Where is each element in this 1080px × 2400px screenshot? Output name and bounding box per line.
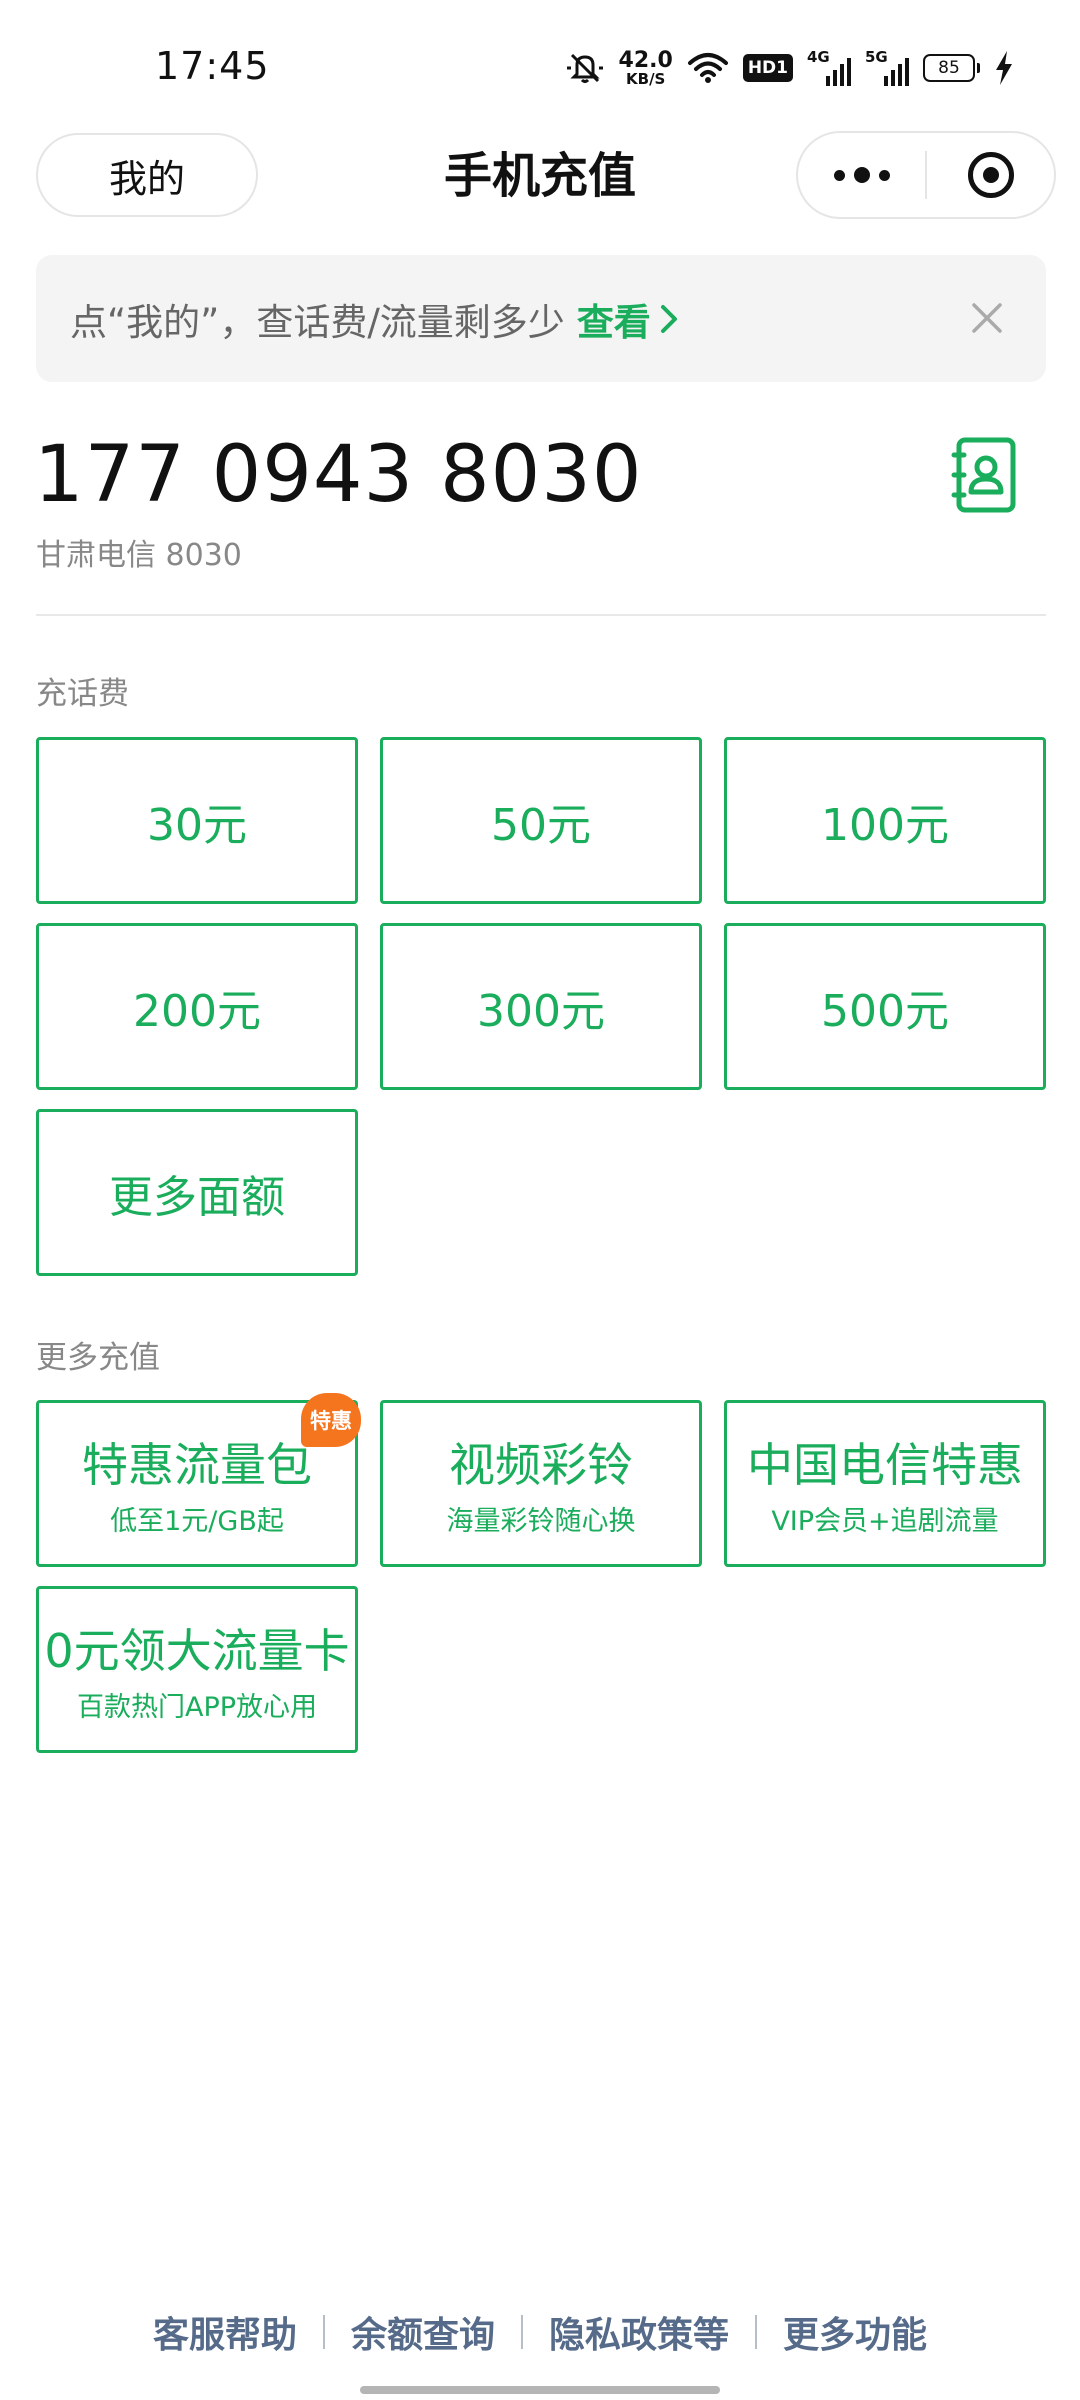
more-amounts-button[interactable]: 更多面额 xyxy=(36,1109,358,1276)
speed-unit: KB/S xyxy=(626,69,666,88)
divider xyxy=(36,614,1046,616)
more-menu-button[interactable] xyxy=(798,133,925,217)
recharge-option-30[interactable]: 30元 xyxy=(36,737,358,904)
footer-link-privacy[interactable]: 隐私政策等 xyxy=(523,2306,755,2358)
status-bar: 17:45 42.0 KB/S HD1 4G 5G 85 xyxy=(0,0,1080,130)
more-item-subtitle: 低至1元/GB起 xyxy=(110,1506,284,1537)
recharge-option-500[interactable]: 500元 xyxy=(724,923,1046,1090)
notice-view-link[interactable]: 查看 xyxy=(577,292,681,346)
recharge-option-label: 100元 xyxy=(821,799,949,851)
promo-badge: 特惠 xyxy=(301,1393,361,1447)
wifi-icon xyxy=(687,51,729,85)
more-item-subtitle: 海量彩铃随心换 xyxy=(446,1506,636,1537)
more-item-telecom-offer[interactable]: 中国电信特惠 VIP会员+追剧流量 xyxy=(724,1400,1046,1567)
charging-icon xyxy=(994,50,1014,86)
more-amounts-label: 更多面额 xyxy=(109,1171,285,1223)
recharge-option-label: 500元 xyxy=(821,985,949,1037)
recharge-option-label: 300元 xyxy=(477,985,605,1037)
mute-icon xyxy=(565,50,605,86)
more-section-label: 更多充值 xyxy=(36,1340,160,1376)
contacts-icon[interactable] xyxy=(950,435,1020,515)
notice-text: 点“我的”，查话费/流量剩多少 xyxy=(70,300,565,344)
recharge-option-label: 50元 xyxy=(491,799,591,851)
more-item-title: 中国电信特惠 xyxy=(747,1438,1023,1492)
more-item-subtitle: 百款热门APP放心用 xyxy=(76,1692,318,1723)
more-item-data-package[interactable]: 特惠流量包 低至1元/GB起 特惠 xyxy=(36,1393,361,1567)
more-item-free-data-card[interactable]: 0元领大流量卡 百款热门APP放心用 xyxy=(36,1586,358,1753)
battery-level: 85 xyxy=(923,54,975,82)
recharge-option-300[interactable]: 300元 xyxy=(380,923,702,1090)
more-item-video-ringtone[interactable]: 视频彩铃 海量彩铃随心换 xyxy=(380,1400,702,1567)
footer-link-help[interactable]: 客服帮助 xyxy=(127,2306,323,2358)
more-item-title: 特惠流量包 xyxy=(82,1438,312,1492)
footer-links: 客服帮助 余额查询 隐私政策等 更多功能 xyxy=(0,2302,1080,2362)
battery-icon: 85 xyxy=(923,54,980,82)
target-icon xyxy=(967,152,1014,198)
more-item-title: 视频彩铃 xyxy=(449,1438,633,1492)
home-indicator[interactable] xyxy=(360,2386,720,2394)
phone-number[interactable]: 177 0943 8030 xyxy=(34,430,642,520)
carrier-info: 甘肃电信 8030 xyxy=(36,538,242,573)
recharge-option-label: 200元 xyxy=(133,985,261,1037)
speed-value: 42.0 xyxy=(618,47,673,73)
notice-link-label: 查看 xyxy=(576,300,651,344)
mini-program-capsule xyxy=(796,131,1056,219)
footer-link-more[interactable]: 更多功能 xyxy=(757,2306,953,2358)
close-mini-program-button[interactable] xyxy=(927,133,1054,217)
more-item-title: 0元领大流量卡 xyxy=(44,1624,350,1678)
signal-5g-icon: 5G xyxy=(865,48,909,88)
recharge-option-label: 30元 xyxy=(147,799,247,851)
recharge-option-100[interactable]: 100元 xyxy=(724,737,1046,904)
notice-banner: 点“我的”，查话费/流量剩多少 查看 xyxy=(36,255,1046,382)
close-icon[interactable] xyxy=(962,293,1012,343)
recharge-option-50[interactable]: 50元 xyxy=(380,737,702,904)
network-speed: 42.0 KB/S xyxy=(618,47,673,88)
mine-button[interactable]: 我的 xyxy=(36,133,258,217)
status-icons: 42.0 KB/S HD1 4G 5G 85 xyxy=(565,44,1014,92)
more-item-subtitle: VIP会员+追剧流量 xyxy=(771,1506,999,1537)
more-dots-icon xyxy=(833,167,890,183)
hd-icon: HD1 xyxy=(742,54,793,82)
footer-link-balance[interactable]: 余额查询 xyxy=(325,2306,521,2358)
recharge-section-label: 充话费 xyxy=(36,676,129,712)
status-time: 17:45 xyxy=(155,44,270,88)
signal-4g-icon: 4G xyxy=(807,48,851,88)
chevron-right-icon xyxy=(660,304,677,333)
recharge-option-200[interactable]: 200元 xyxy=(36,923,358,1090)
